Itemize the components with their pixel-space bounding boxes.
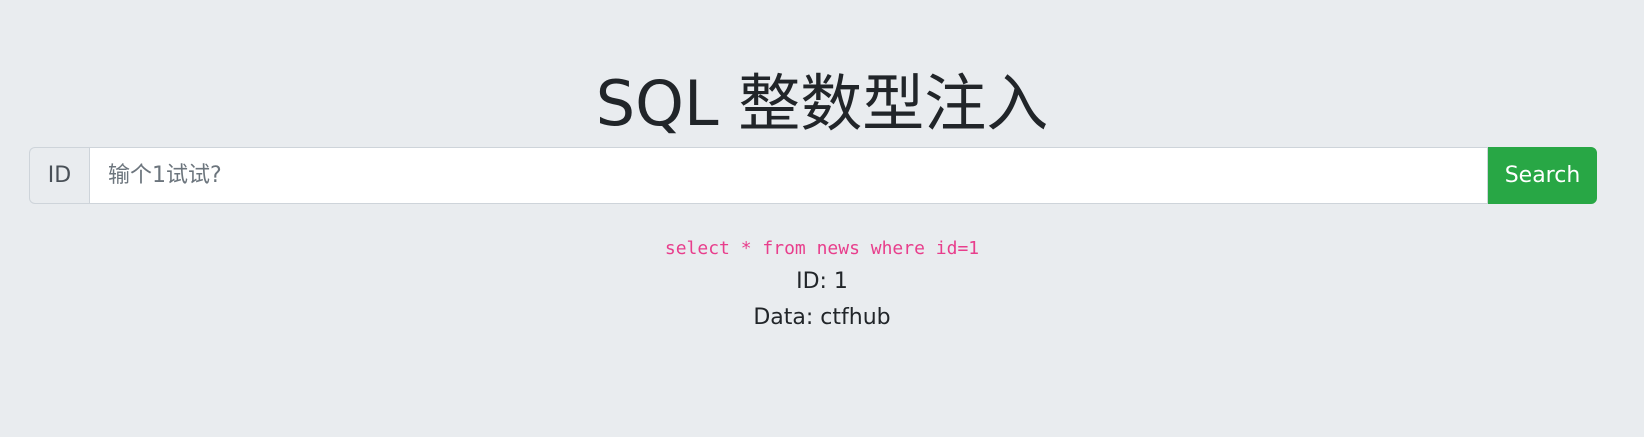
- sql-query-text: select * from news where id=1: [664, 238, 980, 259]
- id-input[interactable]: [89, 147, 1488, 204]
- search-button[interactable]: Search: [1488, 147, 1597, 204]
- results-panel: select * from news where id=1 ID: 1 Data…: [0, 234, 1644, 336]
- result-data-row: Data: ctfhub: [0, 300, 1644, 336]
- result-id-label: ID:: [796, 269, 834, 294]
- result-id-value: 1: [833, 269, 848, 294]
- result-data-label: Data:: [753, 305, 821, 330]
- id-prepend-label: ID: [29, 147, 89, 204]
- result-data-value: ctfhub: [820, 305, 891, 330]
- page-title: SQL 整数型注入: [595, 67, 1049, 140]
- search-form: ID Search: [29, 147, 1597, 204]
- result-id-row: ID: 1: [0, 264, 1644, 300]
